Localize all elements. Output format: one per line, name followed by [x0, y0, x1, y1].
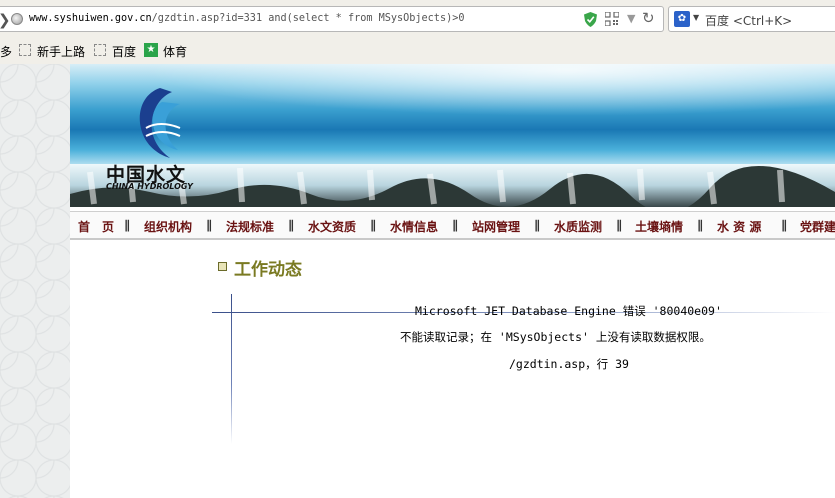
search-bar[interactable]: ✿ ▼ 百度 <Ctrl+K>	[668, 6, 835, 32]
browser-chrome: ❯ www.syshuiwen.gov.cn/gzdtin.asp?id=331…	[0, 0, 835, 64]
history-dropdown-icon[interactable]: ▼	[627, 12, 635, 25]
nav-station-management[interactable]: 站网管理	[472, 218, 520, 235]
nav-separator: ∥	[616, 218, 622, 232]
nav-regulations[interactable]: 法规标准	[226, 218, 274, 235]
nav-separator: ∥	[534, 218, 540, 232]
qr-code-icon[interactable]	[605, 12, 619, 26]
bookmark-getting-started[interactable]: 新手上路	[37, 43, 85, 60]
site-banner: 中国水文 CHINA HYDROLOGY	[70, 64, 835, 207]
dashed-page-icon	[94, 44, 106, 56]
error-heading: Microsoft JET Database Engine 错误 '80040e…	[415, 304, 722, 318]
error-location: /gzdtin.asp，行 39	[509, 357, 629, 371]
nav-party[interactable]: 党群建	[800, 218, 835, 235]
nav-separator: ∥	[370, 218, 376, 232]
nav-separator: ∥	[697, 218, 703, 232]
bookmark-more[interactable]: 多	[0, 43, 12, 60]
nav-water-info[interactable]: 水情信息	[390, 218, 438, 235]
nav-separator: ∥	[206, 218, 212, 232]
vertical-rule	[231, 294, 232, 444]
nav-separator: ∥	[288, 218, 294, 232]
bookmarks-toolbar: 多 新手上路 百度 ★ 体育	[0, 38, 835, 64]
nav-separator: ∥	[452, 218, 458, 232]
address-bar[interactable]: ❯ www.syshuiwen.gov.cn/gzdtin.asp?id=331…	[0, 6, 664, 32]
reload-icon[interactable]: ↻	[642, 9, 655, 27]
section-bullet-icon	[218, 262, 227, 271]
nav-hydrology-qualification[interactable]: 水文资质	[308, 218, 356, 235]
back-arrow-icon[interactable]: ❯	[0, 11, 11, 29]
nav-water-quality[interactable]: 水质监测	[554, 218, 602, 235]
logo-english-text: CHINA HYDROLOGY	[106, 182, 193, 191]
bookmark-sports[interactable]: 体育	[163, 43, 187, 60]
nav-organization[interactable]: 组织机构	[144, 218, 192, 235]
sport-icon: ★	[144, 43, 158, 57]
china-hydrology-logo	[139, 88, 181, 158]
url-path: /gzdtin.asp?id=331 and(select * from MSy…	[151, 13, 465, 24]
site-globe-icon[interactable]	[11, 13, 23, 25]
nav-separator: ∥	[124, 218, 130, 232]
nav-separator: ∥	[781, 218, 787, 232]
main-navigation: 首 页 ∥ 组织机构 ∥ 法规标准 ∥ 水文资质 ∥ 水情信息 ∥ 站网管理 ∥…	[70, 211, 835, 240]
nav-soil-moisture[interactable]: 土壤墒情	[635, 218, 683, 235]
security-shield-icon[interactable]	[584, 12, 597, 27]
search-engine-dropdown-icon[interactable]: ▼	[693, 13, 699, 22]
nav-water-resources[interactable]: 水 资 源	[717, 218, 761, 235]
baidu-paw-icon[interactable]: ✿	[674, 11, 690, 27]
url-host: www.syshuiwen.gov.cn	[29, 13, 152, 24]
nav-home[interactable]: 首 页	[78, 218, 114, 235]
left-background-pattern	[0, 64, 70, 498]
error-message: 不能读取记录；在 'MSysObjects' 上没有读取数据权限。	[400, 330, 711, 344]
search-placeholder: 百度 <Ctrl+K>	[705, 14, 793, 28]
dashed-page-icon	[19, 44, 31, 56]
bookmark-baidu[interactable]: 百度	[112, 43, 136, 60]
url-text[interactable]: www.syshuiwen.gov.cn/gzdtin.asp?id=331 a…	[29, 13, 464, 24]
section-title: 工作动态	[234, 260, 302, 280]
